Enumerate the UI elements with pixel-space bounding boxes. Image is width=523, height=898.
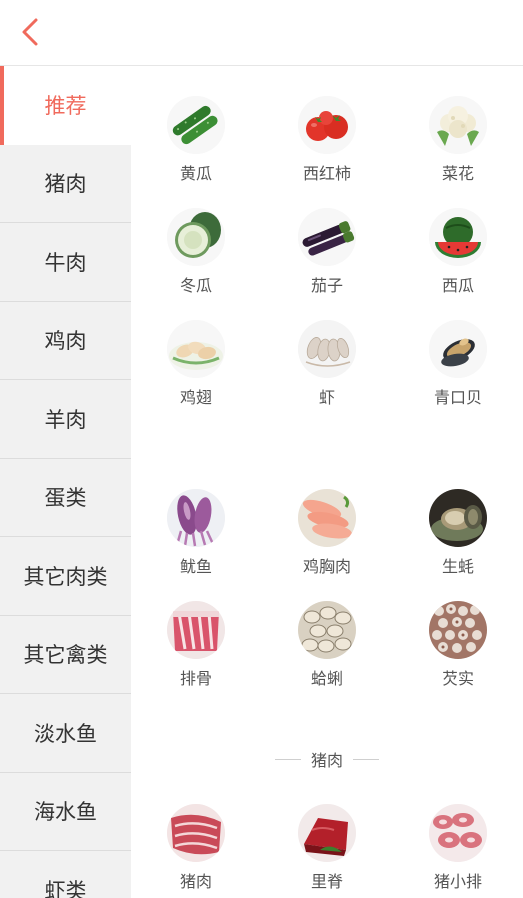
category-sidebar: 推荐 猪肉 牛肉 鸡肉 羊肉 蛋类 其它肉类 其它禽类 淡水鱼 海水鱼 虾类: [0, 66, 131, 898]
sidebar-item-label: 蛋类: [44, 486, 87, 511]
sidebar-item-shrimp[interactable]: 虾类: [0, 851, 131, 898]
sidebar-item-lamb[interactable]: 羊肉: [0, 380, 131, 459]
eggplant-icon: [298, 208, 356, 266]
ingredient-label: 冬瓜: [179, 276, 212, 295]
pork-icon: [167, 804, 225, 862]
ingredient-item[interactable]: 蛤蜊: [262, 601, 392, 713]
pork-ribs-icon: [429, 804, 487, 862]
cauliflower-icon: [429, 96, 487, 154]
ingredient-item[interactable]: 西红柿: [262, 96, 392, 208]
ingredient-label: 芡实: [441, 669, 474, 688]
ingredient-label: 鸡胸肉: [302, 557, 351, 576]
sidebar-item-other-meat[interactable]: 其它肉类: [0, 537, 131, 616]
ingredient-item[interactable]: 茄子: [262, 208, 392, 320]
ingredient-label: 猪肉: [179, 872, 212, 891]
ingredient-label: 里脊: [310, 872, 343, 891]
sidebar-item-other-poultry[interactable]: 其它禽类: [0, 616, 131, 694]
sidebar-item-label: 其它禽类: [23, 643, 108, 668]
ingredient-grid: 黄瓜 西红柿 菜花 冬瓜 茄子 西瓜 鸡翅 虾 青口贝 鱿鱼 鸡胸肉 生蚝 排骨…: [131, 66, 523, 898]
tomato-icon: [298, 96, 356, 154]
sidebar-item-label: 淡水鱼: [34, 721, 97, 746]
ingredient-label: 西红柿: [302, 164, 351, 183]
tenderloin-icon: [298, 804, 356, 862]
ingredient-label: 虾: [318, 388, 335, 407]
ingredient-item[interactable]: 菜花: [393, 96, 523, 208]
ingredient-label: 猪小排: [433, 872, 482, 891]
clam-icon: [298, 601, 356, 659]
sidebar-item-label: 其它肉类: [23, 564, 108, 589]
ingredient-item[interactable]: 冬瓜: [131, 208, 261, 320]
sidebar-item-freshwater-fish[interactable]: 淡水鱼: [0, 694, 131, 773]
ingredient-label: 西瓜: [441, 276, 474, 295]
sidebar-item-label: 海水鱼: [34, 800, 97, 825]
ingredient-label: 鱿鱼: [179, 557, 212, 576]
squid-icon: [167, 489, 225, 547]
sidebar-item-eggs[interactable]: 蛋类: [0, 459, 131, 537]
ingredient-label: 蛤蜊: [310, 669, 343, 688]
sidebar-item-label: 羊肉: [44, 407, 87, 432]
ingredient-item[interactable]: 青口贝: [393, 320, 523, 432]
divider: [274, 758, 301, 760]
ingredient-item[interactable]: 里脊: [262, 804, 392, 898]
ingredient-item[interactable]: 鸡翅: [131, 320, 261, 432]
ingredient-label: 鸡翅: [179, 388, 212, 407]
ingredient-label: 黄瓜: [179, 164, 212, 183]
top-bar: [0, 0, 523, 66]
divider: [353, 758, 379, 760]
ingredient-item[interactable]: 鱿鱼: [131, 489, 261, 601]
ingredient-label: 青口贝: [433, 388, 482, 407]
sidebar-item-pork[interactable]: 猪肉: [0, 145, 131, 223]
winter-melon-icon: [167, 208, 225, 266]
shrimp-icon: [298, 320, 356, 378]
ingredient-label: 菜花: [441, 164, 474, 183]
chevron-left-icon: [22, 18, 38, 46]
ingredient-item[interactable]: 猪肉: [131, 804, 261, 898]
ribs-icon: [167, 601, 225, 659]
gorgon-seed-icon: [429, 601, 487, 659]
sidebar-item-beef[interactable]: 牛肉: [0, 223, 131, 302]
chicken-breast-icon: [298, 489, 356, 547]
cucumber-icon: [167, 96, 225, 154]
oyster-icon: [429, 489, 487, 547]
sidebar-item-chicken[interactable]: 鸡肉: [0, 302, 131, 380]
sidebar-item-label: 虾类: [44, 878, 87, 898]
ingredient-item[interactable]: 虾: [262, 320, 392, 432]
ingredient-item[interactable]: 黄瓜: [131, 96, 261, 208]
sidebar-item-label: 鸡肉: [44, 329, 87, 354]
ingredient-item[interactable]: 西瓜: [393, 208, 523, 320]
ingredient-label: 茄子: [310, 276, 343, 295]
watermelon-icon: [429, 208, 487, 266]
ingredient-label: 生蚝: [441, 557, 474, 576]
ingredient-item[interactable]: 鸡胸肉: [262, 489, 392, 601]
ingredient-item[interactable]: 芡实: [393, 601, 523, 713]
ingredient-item[interactable]: 猪小排: [393, 804, 523, 898]
section-title-text: 猪肉: [310, 751, 343, 770]
sidebar-item-sea-fish[interactable]: 海水鱼: [0, 773, 131, 851]
sidebar-item-label: 牛肉: [44, 250, 87, 275]
ingredient-label: 排骨: [179, 669, 212, 688]
section-title: 猪肉: [131, 746, 523, 772]
back-button[interactable]: [12, 14, 48, 50]
mussel-icon: [429, 320, 487, 378]
ingredient-item[interactable]: 排骨: [131, 601, 261, 713]
sidebar-item-label: 推荐: [44, 94, 87, 119]
sidebar-item-recommend[interactable]: 推荐: [0, 66, 131, 145]
chicken-wing-icon: [167, 320, 225, 378]
ingredient-item[interactable]: 生蚝: [393, 489, 523, 601]
sidebar-item-label: 猪肉: [44, 172, 87, 197]
